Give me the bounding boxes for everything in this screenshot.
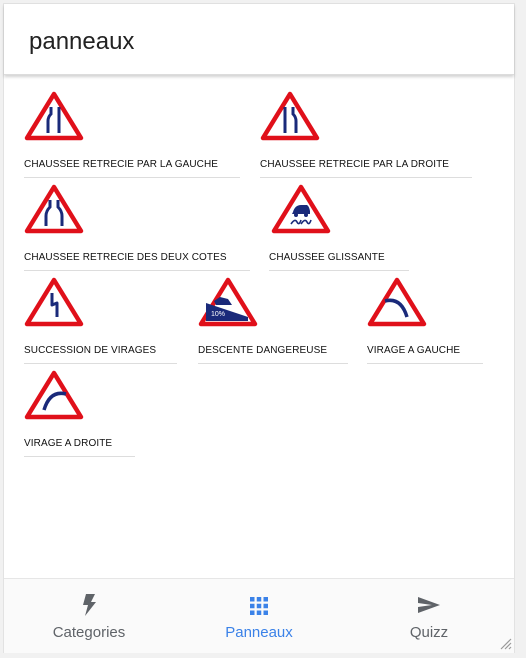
tab-label: Panneaux (225, 624, 293, 641)
sign-label: CHAUSSEE GLISSANTE (269, 252, 385, 263)
sign-label: VIRAGE A GAUCHE (367, 345, 461, 356)
road-narrows-right-icon (260, 91, 320, 141)
divider (367, 363, 483, 364)
svg-text:10%: 10% (211, 311, 225, 318)
tab-categories[interactable]: Categories (4, 579, 174, 653)
tab-label: Quizz (409, 624, 449, 641)
divider (24, 363, 177, 364)
series-of-bends-icon (24, 277, 84, 327)
signs-grid: CHAUSSEE RETRECIE PAR LA GAUCHE CHAUSSEE… (4, 76, 514, 576)
app-bar: panneaux (4, 4, 514, 75)
grid-icon (250, 597, 268, 615)
bend-right-icon (24, 370, 84, 420)
dangerous-descent-icon: 10% (198, 277, 258, 327)
app-window: panneaux CHAUSSEE RETRECIE PAR LA GAUCHE… (3, 3, 515, 653)
bend-left-icon (367, 277, 427, 327)
sign-label: CHAUSSEE RETRECIE PAR LA DROITE (260, 159, 450, 170)
slippery-road-icon (271, 184, 331, 234)
road-narrows-left-icon (24, 91, 84, 141)
bolt-icon (83, 594, 96, 616)
divider (24, 177, 240, 178)
sign-label: DESCENTE DANGEREUSE (198, 345, 328, 356)
sign-label: CHAUSSEE RETRECIE DES DEUX COTES (24, 252, 227, 263)
sign-label: VIRAGE A DROITE (24, 438, 113, 449)
divider (24, 270, 250, 271)
resize-handle-icon[interactable] (498, 636, 512, 650)
tab-quizz[interactable]: Quizz (344, 579, 514, 653)
bottom-navigation: Categories Panneaux Quizz (4, 578, 514, 653)
road-narrows-both-sides-icon (24, 184, 84, 234)
divider (24, 456, 135, 457)
sign-label: CHAUSSEE RETRECIE PAR LA GAUCHE (24, 159, 219, 170)
send-icon (418, 597, 440, 613)
divider (260, 177, 472, 178)
tab-label: Categories (52, 624, 126, 641)
tab-panneaux[interactable]: Panneaux (174, 579, 344, 653)
sign-label: SUCCESSION DE VIRAGES (24, 345, 157, 356)
divider (198, 363, 348, 364)
divider (269, 270, 409, 271)
page-title: panneaux (29, 28, 135, 55)
